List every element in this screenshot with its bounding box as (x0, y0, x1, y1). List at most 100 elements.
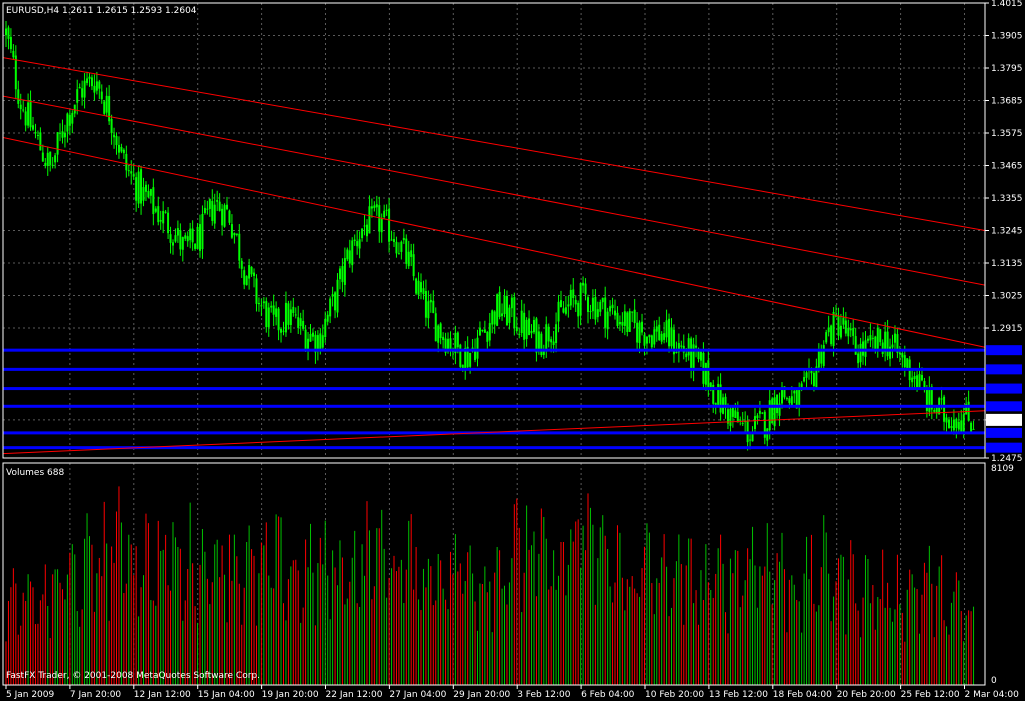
candle-body (169, 234, 172, 243)
candle-body (405, 238, 408, 264)
time-tick-label: 19 Jan 20:00 (262, 690, 319, 700)
candle-body (368, 206, 371, 234)
candle-body (95, 81, 98, 91)
candle-body (83, 80, 86, 98)
candle-body (132, 174, 135, 177)
candle-body (957, 421, 960, 430)
candle-body (871, 337, 874, 339)
volume-panel-frame (2, 462, 986, 686)
candle-body (289, 309, 292, 326)
candle-body (34, 132, 37, 134)
candle-body (380, 218, 383, 233)
candle-body (115, 135, 118, 146)
candle-body (334, 292, 337, 311)
candle-body (221, 208, 224, 226)
candle-body (147, 191, 150, 198)
candle-body (420, 282, 423, 293)
candle-body (184, 235, 187, 239)
candle-body (395, 241, 398, 254)
candle-body (604, 297, 607, 328)
candle-body (687, 338, 690, 356)
candle-body (483, 329, 486, 333)
candle-body (862, 341, 865, 356)
candle-body (675, 352, 678, 354)
candle-body (537, 331, 540, 351)
candle-body (240, 260, 243, 269)
candle-body (577, 302, 580, 317)
candle-body (439, 323, 442, 339)
candle-body (284, 302, 287, 333)
candle-body (761, 412, 764, 414)
candle-body (518, 333, 521, 335)
candle-body (567, 304, 570, 307)
candle-body (557, 301, 560, 322)
time-tick-label: 13 Feb 12:00 (709, 690, 768, 700)
candle-body (469, 352, 472, 367)
candle-body (503, 295, 506, 315)
candle-body (267, 307, 270, 328)
candle-body (358, 239, 361, 249)
candle-body (196, 226, 199, 249)
candle-body (476, 337, 479, 359)
candle-body (505, 296, 508, 326)
candle-body (103, 101, 106, 114)
candle-body (633, 309, 636, 324)
price-tick-label: 1.3355 (991, 194, 1023, 204)
candle-body (545, 324, 548, 351)
candle-body (24, 111, 27, 126)
candle-body (243, 270, 246, 285)
candle-body (400, 241, 403, 252)
time-tick-label: 2 Mar 04:00 (965, 690, 1020, 700)
time-tick-label: 29 Jan 20:00 (453, 690, 510, 700)
candle-body (695, 345, 698, 348)
candle-body (66, 113, 69, 132)
candle-body (149, 189, 152, 196)
candle-body (943, 396, 946, 422)
candle-body (776, 394, 779, 414)
candle-body (950, 426, 953, 428)
candle-body (903, 355, 906, 368)
candle-body (361, 228, 364, 239)
candle-body (736, 411, 739, 423)
candle-body (417, 280, 420, 295)
candle-body (555, 324, 558, 343)
candle-body (523, 312, 526, 340)
time-tick-label: 6 Feb 04:00 (581, 690, 635, 700)
candle-body (594, 296, 597, 320)
candle-body (140, 169, 143, 204)
candle-body (120, 146, 123, 152)
candle-body (351, 240, 354, 266)
candle-body (889, 346, 892, 359)
candle-body (623, 311, 626, 326)
candle-body (773, 397, 776, 427)
candle-body (641, 321, 644, 333)
candle-body (650, 335, 653, 348)
candle-body (690, 338, 693, 369)
candle-body (90, 77, 93, 87)
candle-body (920, 375, 923, 381)
candle-body (194, 243, 197, 249)
candle-body (282, 330, 285, 332)
candle-body (837, 315, 840, 336)
candle-body (432, 300, 435, 314)
candle-body (498, 291, 501, 317)
candle-body (788, 398, 791, 403)
candle-body (14, 55, 17, 90)
candle-body (658, 324, 661, 341)
candle-body (955, 418, 958, 429)
candle-body (412, 254, 415, 277)
candle-body (584, 283, 587, 295)
candle-body (854, 336, 857, 355)
price-tick-label: 1.2475 (991, 454, 1023, 464)
price-tick-label: 1.3795 (991, 64, 1023, 74)
candle-body (211, 200, 214, 221)
candle-body (71, 113, 74, 124)
candle-body (319, 333, 322, 350)
candle-body (582, 282, 585, 286)
candle-body (154, 208, 157, 212)
price-tick-label: 1.3575 (991, 129, 1023, 139)
candle-body (670, 327, 673, 347)
candle-body (898, 352, 901, 355)
candle-body (520, 310, 523, 334)
price-candles (5, 21, 975, 451)
